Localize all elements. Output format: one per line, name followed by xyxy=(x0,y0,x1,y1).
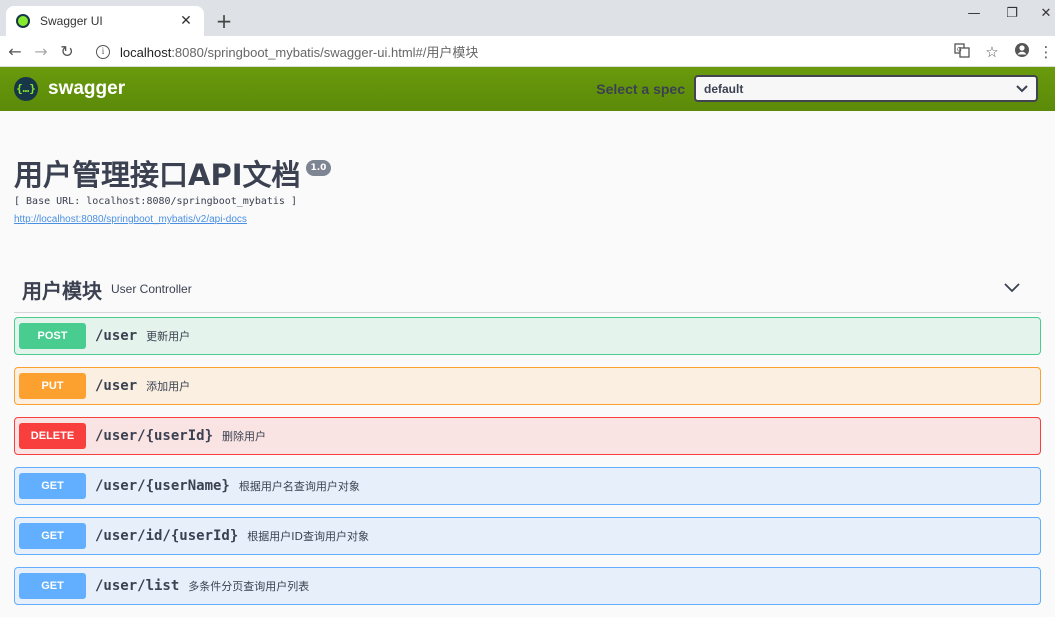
method-badge: PUT xyxy=(19,373,86,399)
api-info: 用户管理接口API文档 1.0 [ Base URL: localhost:80… xyxy=(0,158,1055,226)
method-badge: GET xyxy=(19,573,86,599)
swagger-logo-icon: {…} xyxy=(14,77,38,101)
api-title: 用户管理接口API文档 xyxy=(14,158,301,192)
svg-text:G: G xyxy=(957,46,962,53)
operation-summary: 删除用户 xyxy=(222,430,267,443)
operation-get-user-by-id[interactable]: GET /user/id/{userId} 根据用户ID查询用户对象 xyxy=(14,517,1041,555)
operation-path: /user/{userName} xyxy=(95,478,230,494)
account-icon[interactable] xyxy=(1007,42,1037,62)
swagger-brand: swagger xyxy=(48,78,126,99)
swagger-favicon-icon xyxy=(16,14,30,28)
tab-close-icon[interactable]: ✕ xyxy=(178,13,194,29)
url-field[interactable]: i localhost:8080/springboot_mybatis/swag… xyxy=(88,39,978,64)
operation-summary: 根据用户名查询用户对象 xyxy=(238,480,360,493)
toolbar-actions: G ☆ ⋮ xyxy=(947,36,1055,67)
browser-tab[interactable]: Swagger UI ✕ xyxy=(6,6,204,36)
api-title-row: 用户管理接口API文档 1.0 xyxy=(14,158,1041,192)
operation-path: /user/list xyxy=(95,578,180,594)
base-url: [ Base URL: localhost:8080/springboot_my… xyxy=(14,196,297,207)
operation-get-user-list[interactable]: GET /user/list 多条件分页查询用户列表 xyxy=(14,567,1041,605)
tag-header[interactable]: 用户模块 User Controller xyxy=(14,266,1041,313)
operation-summary: 多条件分页查询用户列表 xyxy=(188,580,310,593)
operation-path: /user/id/{userId} xyxy=(95,528,239,544)
collapse-chevron-icon[interactable] xyxy=(1003,278,1021,296)
operation-summary: 添加用户 xyxy=(146,380,191,393)
tab-title: Swagger UI xyxy=(40,14,103,28)
operation-post-user[interactable]: POST /user 更新用户 xyxy=(14,317,1041,355)
operation-put-user[interactable]: PUT /user 添加用户 xyxy=(14,367,1041,405)
method-badge: GET xyxy=(19,523,86,549)
back-button[interactable]: ← xyxy=(2,42,28,61)
window-close-button[interactable]: ✕ xyxy=(1035,6,1055,21)
bookmark-star-icon[interactable]: ☆ xyxy=(977,43,1007,61)
tag-name: 用户模块 xyxy=(22,278,102,303)
reload-button[interactable]: ↻ xyxy=(54,42,80,61)
operation-path: /user xyxy=(95,328,138,344)
tag-description: User Controller xyxy=(111,282,192,296)
new-tab-button[interactable]: + xyxy=(213,8,235,34)
operation-summary: 根据用户ID查询用户对象 xyxy=(247,530,370,543)
menu-kebab-icon[interactable]: ⋮ xyxy=(1037,43,1055,61)
operation-summary: 更新用户 xyxy=(146,330,191,343)
operation-path: /user/{userId} xyxy=(95,428,214,444)
url-text: localhost:8080/springboot_mybatis/swagge… xyxy=(120,42,478,61)
url-host: localhost xyxy=(120,45,172,60)
swagger-topbar: {…} swagger Select a spec default xyxy=(0,67,1055,111)
method-badge: POST xyxy=(19,323,86,349)
operation-get-user-by-name[interactable]: GET /user/{userName} 根据用户名查询用户对象 xyxy=(14,467,1041,505)
api-docs-link[interactable]: http://localhost:8080/springboot_mybatis… xyxy=(14,214,247,225)
browser-tabstrip: Swagger UI ✕ + — ❐ ✕ xyxy=(0,0,1055,36)
swagger-logo[interactable]: {…} swagger xyxy=(14,77,125,101)
version-badge: 1.0 xyxy=(305,160,332,176)
chevron-down-icon xyxy=(1016,84,1028,92)
address-bar: ← → ↻ i localhost:8080/springboot_mybati… xyxy=(0,36,1055,67)
tag-section: 用户模块 User Controller POST /user 更新用户 PUT… xyxy=(14,266,1041,605)
site-info-icon[interactable]: i xyxy=(96,44,110,59)
operation-delete-user[interactable]: DELETE /user/{userId} 删除用户 xyxy=(14,417,1041,455)
url-path: :8080/springboot_mybatis/swagger-ui.html… xyxy=(171,45,479,60)
spec-select-value: default xyxy=(704,81,744,96)
minimize-button[interactable]: — xyxy=(963,6,985,21)
operation-path: /user xyxy=(95,378,138,394)
restore-button[interactable]: ❐ xyxy=(1001,6,1023,21)
method-badge: DELETE xyxy=(19,423,86,449)
spec-selector: Select a spec default xyxy=(596,75,1038,102)
forward-button[interactable]: → xyxy=(28,42,54,61)
spec-select[interactable]: default xyxy=(694,75,1038,102)
translate-icon[interactable]: G xyxy=(947,42,977,62)
method-badge: GET xyxy=(19,473,86,499)
spec-label: Select a spec xyxy=(596,80,685,97)
